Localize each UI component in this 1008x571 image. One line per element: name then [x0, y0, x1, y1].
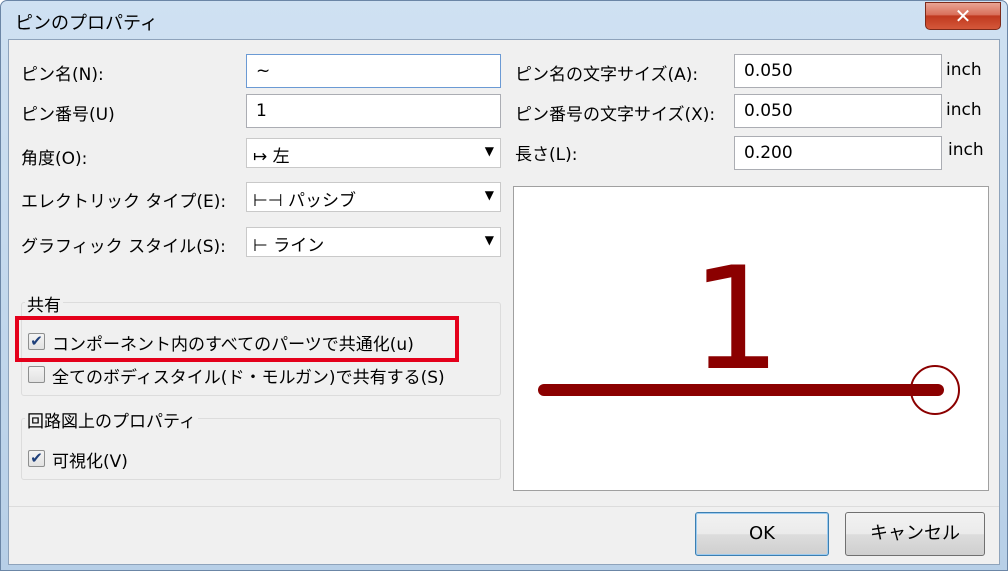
pin-preview: 1	[513, 186, 989, 491]
separator	[9, 506, 999, 507]
common-to-convert-checkbox[interactable]	[28, 366, 45, 383]
chevron-down-icon: ▼	[484, 188, 494, 202]
title-bar[interactable]: ピンのプロパティ ✕	[1, 1, 1007, 39]
ok-button[interactable]: OK	[695, 512, 829, 556]
pin-number-value: 1	[256, 101, 267, 121]
pin-number-preview: 1	[691, 237, 781, 402]
dialog-body: ピン名(N): ~ ピン番号(U) 1 角度(O): ↦ 左 ▼ エレクトリック…	[8, 39, 1000, 565]
length-unit: inch	[948, 140, 984, 160]
cancel-button[interactable]: キャンセル	[845, 512, 985, 556]
close-icon: ✕	[954, 4, 972, 28]
pin-properties-dialog: ピンのプロパティ ✕ ピン名(N): ~ ピン番号(U) 1 角度(O): ↦ …	[0, 0, 1008, 571]
schematic-group-title: 回路図上のプロパティ	[25, 407, 198, 432]
pin-preview-canvas: 1	[538, 237, 960, 415]
ok-button-label: OK	[749, 523, 775, 544]
common-to-convert-label[interactable]: 全てのボディスタイル(ド・モルガン)で共有する(S)	[52, 363, 445, 388]
pin-name-value: ~	[256, 61, 271, 81]
window-title: ピンのプロパティ	[15, 13, 158, 34]
pin-name-label: ピン名(N):	[21, 65, 104, 85]
name-text-size-label: ピン名の文字サイズ(A):	[515, 65, 699, 85]
cancel-button-label: キャンセル	[870, 523, 960, 544]
name-text-size-unit: inch	[946, 60, 982, 80]
pin-number-label: ピン番号(U)	[21, 105, 115, 125]
name-text-size-value: 0.050	[744, 61, 793, 81]
name-text-size-input[interactable]: 0.050	[734, 54, 942, 88]
visible-checkbox[interactable]: ✔	[28, 450, 45, 467]
electrical-type-dropdown[interactable]: ⊢⊣ パッシブ ▼	[246, 182, 501, 212]
electrical-type-value: ⊢⊣ パッシブ	[253, 191, 357, 211]
visible-label[interactable]: 可視化(V)	[52, 447, 128, 472]
length-value: 0.200	[744, 143, 793, 163]
orientation-value: ↦ 左	[253, 147, 290, 167]
pin-name-input[interactable]: ~	[246, 54, 501, 88]
orientation-dropdown[interactable]: ↦ 左 ▼	[246, 138, 501, 168]
graphic-style-dropdown[interactable]: ⊢ ライン ▼	[246, 227, 501, 257]
graphic-style-label: グラフィック スタイル(S):	[21, 237, 226, 257]
shared-group-title: 共有	[25, 291, 63, 316]
number-text-size-label: ピン番号の文字サイズ(X):	[515, 105, 716, 125]
number-text-size-input[interactable]: 0.050	[734, 94, 942, 128]
chevron-down-icon: ▼	[484, 233, 494, 247]
number-text-size-value: 0.050	[744, 101, 793, 121]
close-button[interactable]: ✕	[925, 2, 1001, 30]
length-input[interactable]: 0.200	[734, 136, 942, 170]
electrical-type-label: エレクトリック タイプ(E):	[21, 192, 227, 212]
orientation-label: 角度(O):	[21, 149, 88, 169]
graphic-style-value: ⊢ ライン	[253, 236, 325, 256]
highlight-box	[15, 316, 459, 362]
number-text-size-unit: inch	[946, 100, 982, 120]
length-label: 長さ(L):	[515, 145, 578, 165]
pin-number-input[interactable]: 1	[246, 94, 501, 128]
chevron-down-icon: ▼	[484, 144, 494, 158]
